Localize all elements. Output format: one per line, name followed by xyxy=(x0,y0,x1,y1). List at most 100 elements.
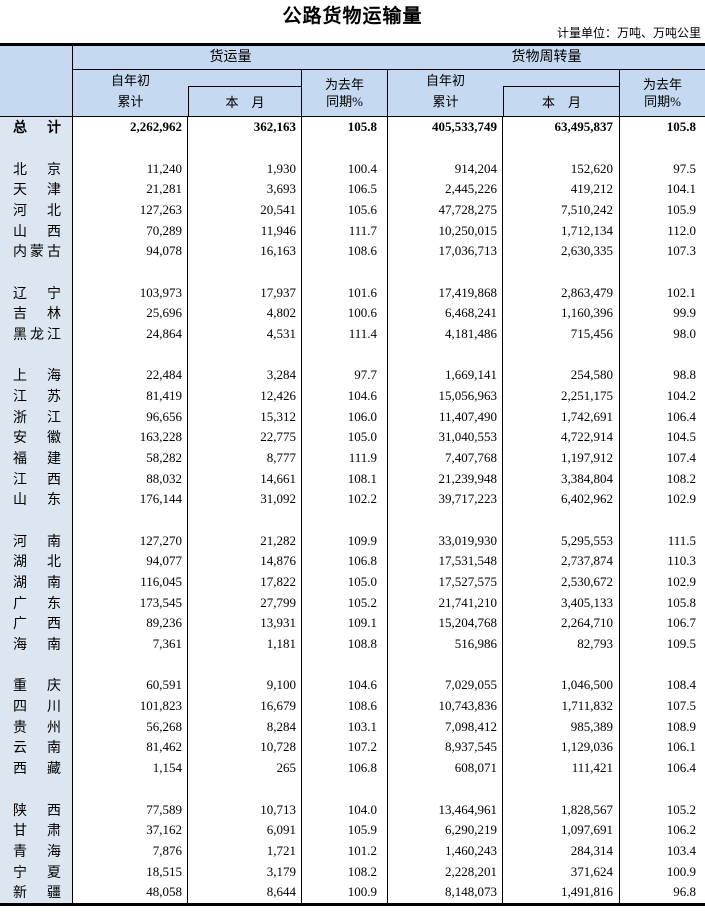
row-label: 吉林 xyxy=(0,303,73,324)
row-label-text: 湖北 xyxy=(13,551,61,571)
row-label: 云南 xyxy=(0,737,73,758)
label-char: 海 xyxy=(47,841,61,861)
row-label: 甘肃 xyxy=(0,820,73,841)
value-cell: 4,531 xyxy=(188,324,302,345)
value-cell: 106.4 xyxy=(620,406,705,427)
value-cell: 27,799 xyxy=(188,592,302,613)
table-row: 海南7,3611,181108.8516,98682,793109.5 xyxy=(0,634,705,655)
row-label: 山西 xyxy=(0,220,73,241)
value-cell: 31,092 xyxy=(188,489,302,510)
label-char: 苏 xyxy=(47,386,61,406)
value-cell: 108.4 xyxy=(620,675,705,696)
value-cell: 56,268 xyxy=(73,716,188,737)
table-row: 四川101,82316,679108.610,743,8361,711,8321… xyxy=(0,696,705,717)
row-label-text: 江苏 xyxy=(13,386,61,406)
value-cell: 516,986 xyxy=(388,634,503,655)
value-cell: 17,419,868 xyxy=(388,282,503,303)
table-row: 河南127,27021,282109.933,019,9305,295,5531… xyxy=(0,530,705,551)
row-label xyxy=(0,510,73,531)
label-char: 内 xyxy=(13,241,27,261)
value-cell: 127,263 xyxy=(73,200,188,221)
table-header: 货运量 自年初 累计 本 月 为去年 同期% 货物周转量 xyxy=(0,46,705,117)
row-label: 上海 xyxy=(0,365,73,386)
value-cell: 105.9 xyxy=(302,820,388,841)
spacer-row xyxy=(0,510,705,531)
row-label: 内蒙古 xyxy=(0,241,73,262)
value-cell: 2,251,175 xyxy=(503,386,620,407)
value-cell: 2,445,226 xyxy=(388,179,503,200)
value-cell: 5,295,553 xyxy=(503,530,620,551)
value-cell: 17,822 xyxy=(188,572,302,593)
table-row: 总计2,262,962362,163105.8405,533,74963,495… xyxy=(0,117,705,138)
label-char: 陕 xyxy=(13,800,27,820)
value-cell: 8,777 xyxy=(188,448,302,469)
row-label-text: 云南 xyxy=(13,737,61,757)
label-char: 南 xyxy=(47,572,61,592)
value-cell xyxy=(73,510,188,531)
label-char: 福 xyxy=(13,448,27,468)
value-cell: 17,531,548 xyxy=(388,551,503,572)
row-label-text: 福建 xyxy=(13,448,61,468)
label-char: 南 xyxy=(47,531,61,551)
value-cell: 1,712,134 xyxy=(503,220,620,241)
label-char: 东 xyxy=(47,593,61,613)
value-cell: 17,937 xyxy=(188,282,302,303)
table-row: 上海22,4843,28497.71,669,141254,58098.8 xyxy=(0,365,705,386)
value-cell: 103.1 xyxy=(302,716,388,737)
table-row: 江西88,03214,661108.121,239,9483,384,80410… xyxy=(0,468,705,489)
row-label: 新疆 xyxy=(0,882,73,903)
value-cell: 109.1 xyxy=(302,613,388,634)
label-char: 川 xyxy=(47,696,61,716)
label-char: 南 xyxy=(47,634,61,654)
value-cell xyxy=(302,510,388,531)
value-cell: 47,728,275 xyxy=(388,200,503,221)
row-label: 青海 xyxy=(0,841,73,862)
value-cell: 14,876 xyxy=(188,551,302,572)
value-cell: 15,204,768 xyxy=(388,613,503,634)
value-cell: 105.6 xyxy=(302,200,388,221)
value-cell: 1,711,832 xyxy=(503,696,620,717)
row-label: 天津 xyxy=(0,179,73,200)
label-char: 建 xyxy=(47,448,61,468)
header-cell-current-month: 本 月 xyxy=(503,86,619,116)
table-row: 重庆60,5919,100104.67,029,0551,046,500108.… xyxy=(0,675,705,696)
value-cell: 102.1 xyxy=(620,282,705,303)
table-body: 总计2,262,962362,163105.8405,533,74963,495… xyxy=(0,117,705,903)
table-row: 河北127,26320,541105.647,728,2757,510,2421… xyxy=(0,200,705,221)
value-cell: 152,620 xyxy=(503,158,620,179)
value-cell: 112.0 xyxy=(620,220,705,241)
value-cell xyxy=(388,344,503,365)
value-cell: 11,240 xyxy=(73,158,188,179)
value-cell: 106.4 xyxy=(620,758,705,779)
value-cell: 108.8 xyxy=(302,634,388,655)
value-cell: 108.1 xyxy=(302,468,388,489)
table-row: 黑龙江24,8644,531111.44,181,486715,45698.0 xyxy=(0,324,705,345)
row-label-text: 陕西 xyxy=(13,800,61,820)
row-label: 海南 xyxy=(0,634,73,655)
header-accum-line2: 累计 xyxy=(388,90,503,116)
label-char: 计 xyxy=(47,117,61,137)
value-cell xyxy=(302,779,388,800)
value-cell xyxy=(73,262,188,283)
header-accum-line1: 自年初 xyxy=(73,70,188,90)
value-cell: 7,098,412 xyxy=(388,716,503,737)
value-cell: 107.4 xyxy=(620,448,705,469)
value-cell: 105.0 xyxy=(302,572,388,593)
label-char: 南 xyxy=(47,737,61,757)
table-row: 辽宁103,97317,937101.617,419,8682,863,4791… xyxy=(0,282,705,303)
value-cell: 6,468,241 xyxy=(388,303,503,324)
value-cell: 105.8 xyxy=(620,117,705,138)
header-cell-accum-month: 自年初 累计 本 月 xyxy=(73,70,302,116)
value-cell: 608,071 xyxy=(388,758,503,779)
value-cell: 284,314 xyxy=(503,841,620,862)
table-row: 北京11,2401,930100.4914,204152,62097.5 xyxy=(0,158,705,179)
label-char: 肃 xyxy=(47,820,61,840)
spacer-row xyxy=(0,654,705,675)
value-cell xyxy=(302,262,388,283)
row-label xyxy=(0,138,73,159)
label-char: 甘 xyxy=(13,820,27,840)
table-row: 甘肃37,1626,091105.96,290,2191,097,691106.… xyxy=(0,820,705,841)
label-char: 宁 xyxy=(13,862,27,882)
spacer-row xyxy=(0,779,705,800)
label-char: 广 xyxy=(13,593,27,613)
